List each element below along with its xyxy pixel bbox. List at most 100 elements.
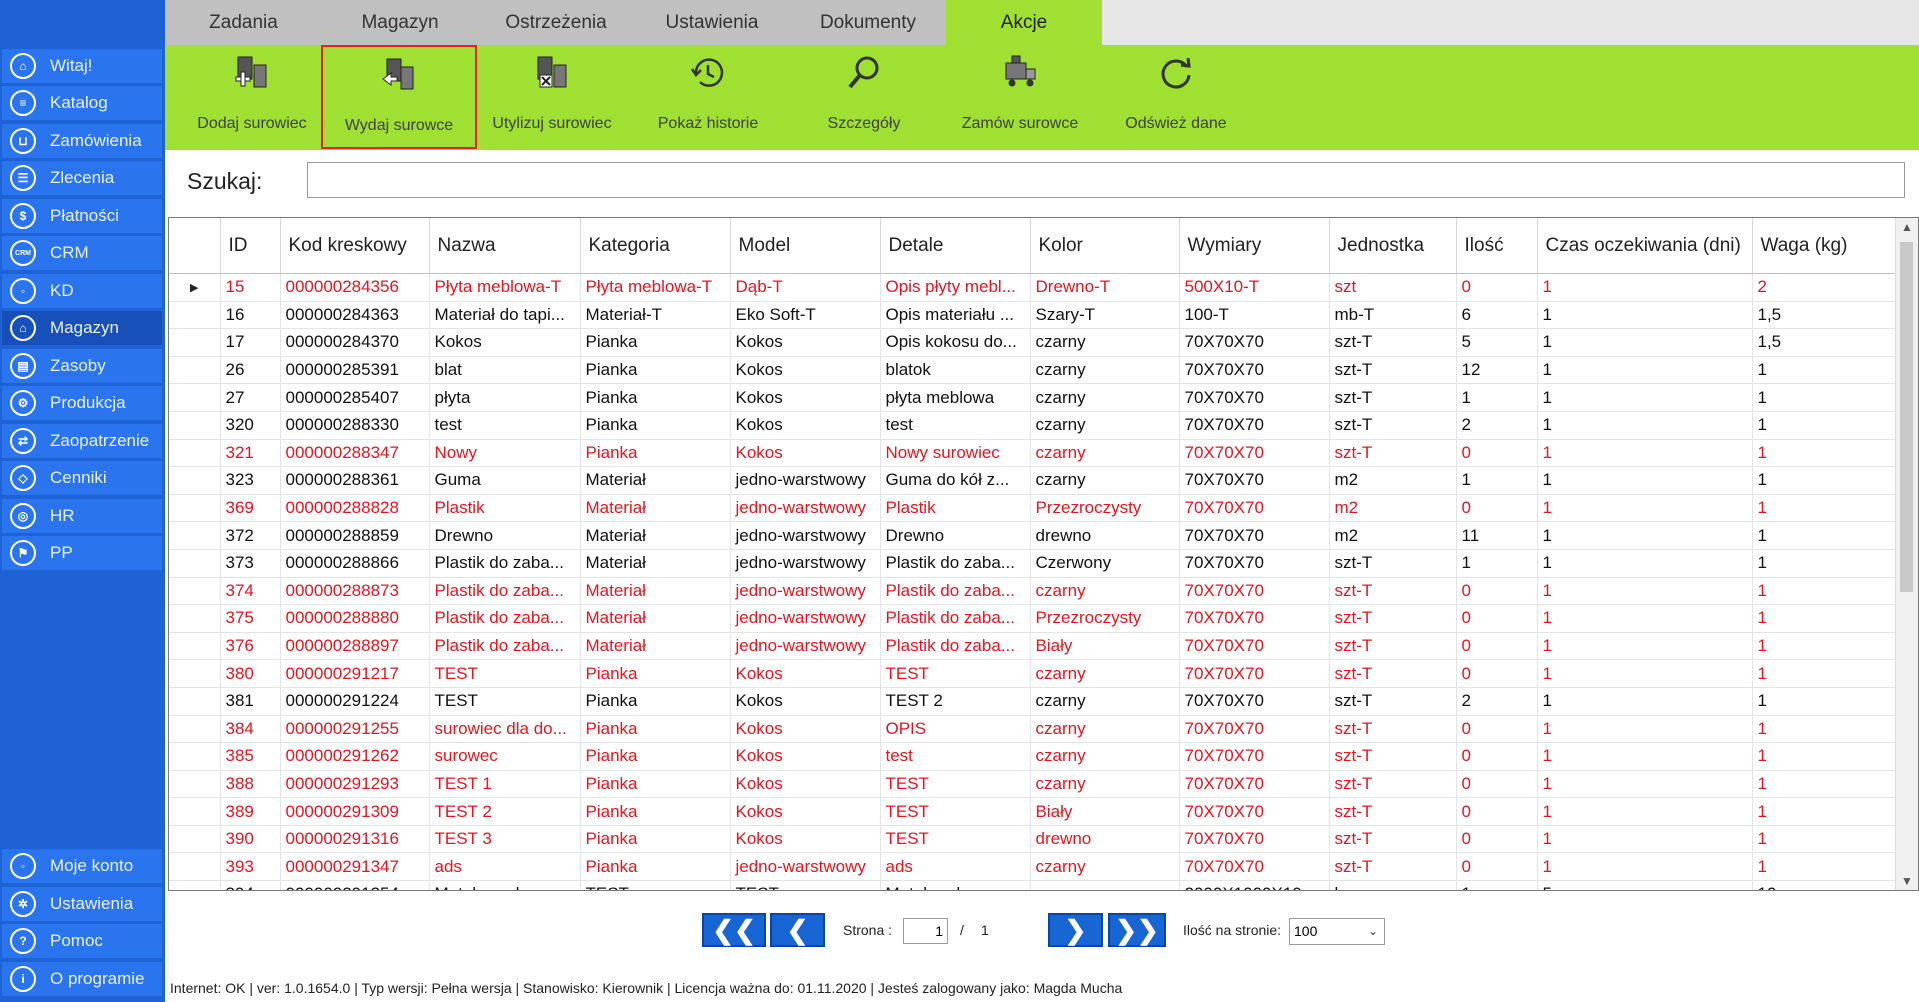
table-row[interactable]: 373 000000288866 Plastik do zaba... Materia…	[169, 549, 1897, 578]
row-selector[interactable]	[169, 466, 221, 495]
row-selector[interactable]	[169, 659, 221, 688]
refresh-data-button[interactable]: Odśwież dane	[1098, 45, 1254, 149]
table-row[interactable]: 320 000000288330 test Pianka Kokos test czarny…	[169, 411, 1897, 440]
details-button[interactable]: Szczegóły	[786, 45, 942, 149]
row-selector[interactable]	[169, 632, 221, 661]
scroll-up-icon[interactable]: ▲	[1901, 220, 1913, 234]
column-header[interactable]: Kategoria	[580, 218, 731, 274]
row-selector[interactable]	[169, 770, 221, 799]
row-selector[interactable]	[169, 687, 221, 716]
scrollbar-thumb[interactable]	[1900, 242, 1913, 592]
table-row[interactable]: 16 000000284363 Materiał do tapi... Materia…	[169, 301, 1897, 330]
sidebar-item-produkcja[interactable]: ⚙ Produkcja	[2, 386, 162, 420]
table-row[interactable]: 389 000000291309 TEST 2 Pianka Kokos TEST Biał…	[169, 797, 1897, 826]
sidebar-item-ustawienia[interactable]: ✲ Ustawienia	[2, 887, 162, 921]
row-selector[interactable]	[169, 328, 221, 357]
row-selector[interactable]	[169, 356, 221, 385]
column-header[interactable]: Wymiary	[1179, 218, 1330, 274]
tab-dokumenty[interactable]: Dokumenty	[790, 0, 946, 45]
table-row[interactable]: 375 000000288880 Plastik do zaba... Materia…	[169, 604, 1897, 633]
sidebar-item-platnosci[interactable]: $ Płatności	[2, 199, 162, 233]
table-row[interactable]: 381 000000291224 TEST Pianka Kokos TEST 2 czar…	[169, 687, 1897, 716]
table-row[interactable]: 385 000000291262 surowec Pianka Kokos test cza…	[169, 742, 1897, 771]
prev-page-button[interactable]: ❮	[770, 913, 825, 947]
sidebar-item-magazyn[interactable]: ⌂ Magazyn	[2, 311, 162, 345]
sidebar-item-zaopatrzenie[interactable]: ⇄ Zaopatrzenie	[2, 424, 162, 458]
table-row[interactable]: 376 000000288897 Plastik do zaba... Materia…	[169, 632, 1897, 661]
row-selector[interactable]	[169, 715, 221, 744]
row-selector[interactable]	[169, 742, 221, 771]
row-selector[interactable]	[169, 825, 221, 854]
table-row[interactable]: 372 000000288859 Drewno Materiał jedno-warst…	[169, 521, 1897, 550]
row-selector[interactable]	[169, 852, 221, 882]
table-row[interactable]: 27 000000285407 płyta Pianka Kokos płyta mebl…	[169, 383, 1897, 412]
table-row[interactable]: 394000000291354Metal szynkow...TESTTESTM…	[169, 880, 1897, 890]
order-materials-button[interactable]: Zamów surowce	[942, 45, 1098, 149]
row-selector[interactable]	[169, 439, 221, 468]
tab-ustawienia[interactable]: Ustawienia	[634, 0, 790, 45]
issue-materials-button[interactable]: Wydaj surowce	[321, 45, 477, 149]
table-row[interactable]: 390 000000291316 TEST 3 Pianka Kokos TEST drew…	[169, 825, 1897, 854]
table-row[interactable]: 321 000000288347 Nowy Pianka Kokos Nowy surow…	[169, 439, 1897, 468]
table-row[interactable]: 26 000000285391 blat Pianka Kokos blatok czarn…	[169, 356, 1897, 385]
sidebar-item-moje-konto[interactable]: ◦ Moje konto	[2, 849, 162, 883]
column-header[interactable]: Jednostka	[1329, 218, 1457, 274]
column-header[interactable]: Kod kreskowy	[280, 218, 430, 274]
tab-zadania[interactable]: Zadania	[165, 0, 322, 45]
row-selector[interactable]	[169, 494, 221, 523]
tab-akcje[interactable]: Akcje	[946, 0, 1102, 45]
column-header[interactable]: Kolor	[1030, 218, 1180, 274]
sidebar-item-cenniki[interactable]: ◇ Cenniki	[2, 461, 162, 495]
column-header[interactable]: Waga (kg)	[1752, 218, 1897, 274]
sidebar-item-katalog[interactable]: ≡ Katalog	[2, 86, 162, 120]
add-material-button[interactable]: Dodaj surowiec	[174, 45, 330, 149]
row-selector[interactable]	[169, 521, 221, 550]
first-page-button[interactable]: ❮❮	[702, 913, 766, 947]
table-row[interactable]: 380 000000291217 TEST Pianka Kokos TEST czarny…	[169, 659, 1897, 688]
page-number-input[interactable]: 1	[903, 918, 948, 944]
row-selector[interactable]	[169, 301, 221, 330]
table-row[interactable]: ▶ 15 000000284356 Płyta meblowa-T Płyta mebl…	[169, 273, 1897, 302]
sidebar-item-hr[interactable]: ◎ HR	[2, 499, 162, 533]
column-header[interactable]: Nazwa	[429, 218, 581, 274]
sidebar-item-zasoby[interactable]: ▤ Zasoby	[2, 349, 162, 383]
table-row[interactable]: 369 000000288828 Plastik Materiał jedno-wars…	[169, 494, 1897, 523]
row-selector[interactable]	[169, 383, 221, 412]
sidebar-item-pp[interactable]: ⚑ PP	[2, 536, 162, 570]
row-selector[interactable]	[169, 797, 221, 826]
sidebar-item-crm[interactable]: CRM CRM	[2, 236, 162, 270]
tab-magazyn[interactable]: Magazyn	[322, 0, 478, 45]
row-selector[interactable]	[169, 577, 221, 606]
dispose-material-button[interactable]: Utylizuj surowiec	[474, 45, 630, 149]
last-page-button[interactable]: ❯❯	[1108, 913, 1166, 947]
sidebar-item-o-programie[interactable]: i O programie	[2, 962, 162, 996]
current-row-indicator-icon[interactable]: ▶	[169, 273, 221, 302]
per-page-select[interactable]: 100 ⌄	[1289, 918, 1385, 945]
row-selector[interactable]	[169, 549, 221, 578]
column-header[interactable]: Czas oczekiwania (dni)	[1537, 218, 1753, 274]
row-selector[interactable]	[169, 411, 221, 440]
sidebar-item-kd[interactable]: ◦ KD	[2, 274, 162, 308]
scroll-down-icon[interactable]: ▼	[1901, 874, 1913, 888]
next-page-button[interactable]: ❯	[1048, 913, 1103, 947]
table-row[interactable]: 17 000000284370 Kokos Pianka Kokos Opis kokos…	[169, 328, 1897, 357]
search-input[interactable]	[307, 162, 1905, 198]
table-row[interactable]: 374 000000288873 Plastik do zaba... Materia…	[169, 577, 1897, 606]
table-row[interactable]: 393 000000291347 ads Pianka jedno-warstwowy a…	[169, 852, 1897, 882]
column-header[interactable]: Ilość	[1456, 218, 1538, 274]
column-header[interactable]: ID	[220, 218, 281, 274]
sidebar-item-witaj[interactable]: ⌂ Witaj!	[2, 49, 162, 83]
show-history-button[interactable]: Pokaż historie	[630, 45, 786, 149]
tab-ostrzezenia[interactable]: Ostrzeżenia	[478, 0, 634, 45]
sidebar-item-zamowienia[interactable]: ⊔ Zamówienia	[2, 124, 162, 158]
column-header[interactable]: Detale	[880, 218, 1031, 274]
table-row[interactable]: 384 000000291255 surowiec dla do... Pianka K…	[169, 715, 1897, 744]
table-row[interactable]: 323 000000288361 Guma Materiał jedno-warstwo…	[169, 466, 1897, 495]
sidebar-item-pomoc[interactable]: ? Pomoc	[2, 924, 162, 958]
row-selector[interactable]	[169, 604, 221, 633]
vertical-scrollbar[interactable]: ▲ ▼	[1895, 218, 1918, 890]
column-header[interactable]: Model	[730, 218, 881, 274]
table-row[interactable]: 388 000000291293 TEST 1 Pianka Kokos TEST czar…	[169, 770, 1897, 799]
sidebar-item-zlecenia[interactable]: ☰ Zlecenia	[2, 161, 162, 195]
row-selector[interactable]	[169, 880, 221, 890]
